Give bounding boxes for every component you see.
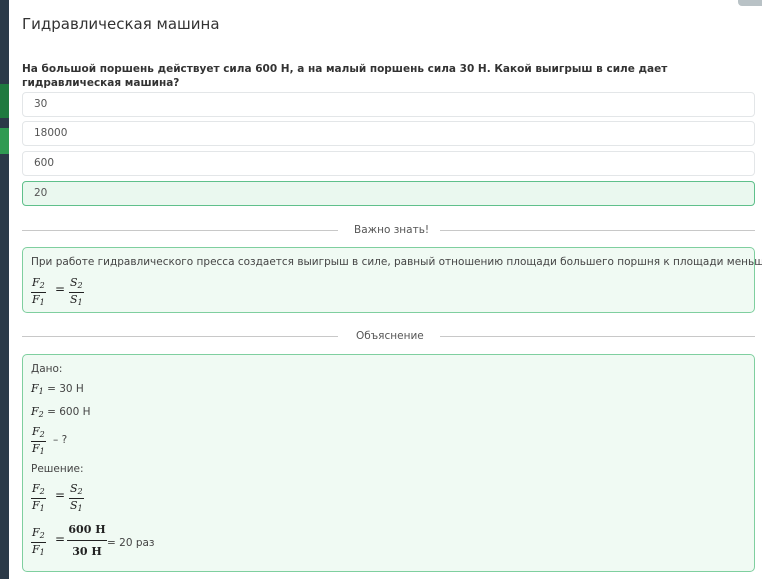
divider-line <box>22 336 338 337</box>
important-heading: Важно знать! <box>354 224 430 236</box>
corner-tab[interactable] <box>738 0 762 6</box>
solution-label: Решение: <box>31 463 84 475</box>
solution-fraction: S2 S1 <box>69 482 84 513</box>
unknown-ratio-fraction: F2 F1 <box>31 425 46 456</box>
calc-fraction: F2 F1 <box>31 526 46 557</box>
explanation-heading: Объяснение <box>356 330 424 342</box>
important-box: При работе гидравлического пресса создае… <box>22 247 762 313</box>
left-sidebar <box>0 0 9 579</box>
given-f1: F1 = 30 Н <box>31 382 84 396</box>
equals-sign: = <box>55 282 66 296</box>
answer-option-correct[interactable]: 20 <box>22 181 755 206</box>
result-text: = 20 раз <box>107 537 155 549</box>
answer-option[interactable]: 600 <box>22 151 755 176</box>
answer-option[interactable]: 18000 <box>22 121 755 146</box>
explanation-box: Дано: F1 = 30 Н F2 = 600 Н F2 F1 – ? Реш… <box>22 354 755 572</box>
equals-sign: = <box>55 532 66 546</box>
divider-line <box>440 230 755 231</box>
formula-fraction: F2 F1 <box>31 276 46 307</box>
unknown-mark: – ? <box>53 434 68 446</box>
answer-option[interactable]: 30 <box>22 92 755 117</box>
calc-value-fraction: 600 Н 30 Н <box>67 523 107 558</box>
equals-sign: = <box>55 488 66 502</box>
given-f2: F2 = 600 Н <box>31 405 91 419</box>
question-text: На большой поршень действует сила 600 Н,… <box>22 63 668 89</box>
divider-line <box>22 230 338 231</box>
section-divider-explanation: Объяснение <box>22 329 755 343</box>
divider-line <box>440 336 755 337</box>
given-label: Дано: <box>31 363 63 375</box>
formula-fraction: S2 S1 <box>69 276 84 307</box>
sidebar-accent-mark <box>0 84 9 118</box>
solution-fraction: F2 F1 <box>31 482 46 513</box>
sidebar-accent-mark <box>0 128 9 154</box>
important-text: При работе гидравлического пресса создае… <box>31 256 762 268</box>
page-title: Гидравлическая машина <box>22 15 220 33</box>
section-divider-important: Важно знать! <box>22 223 755 237</box>
